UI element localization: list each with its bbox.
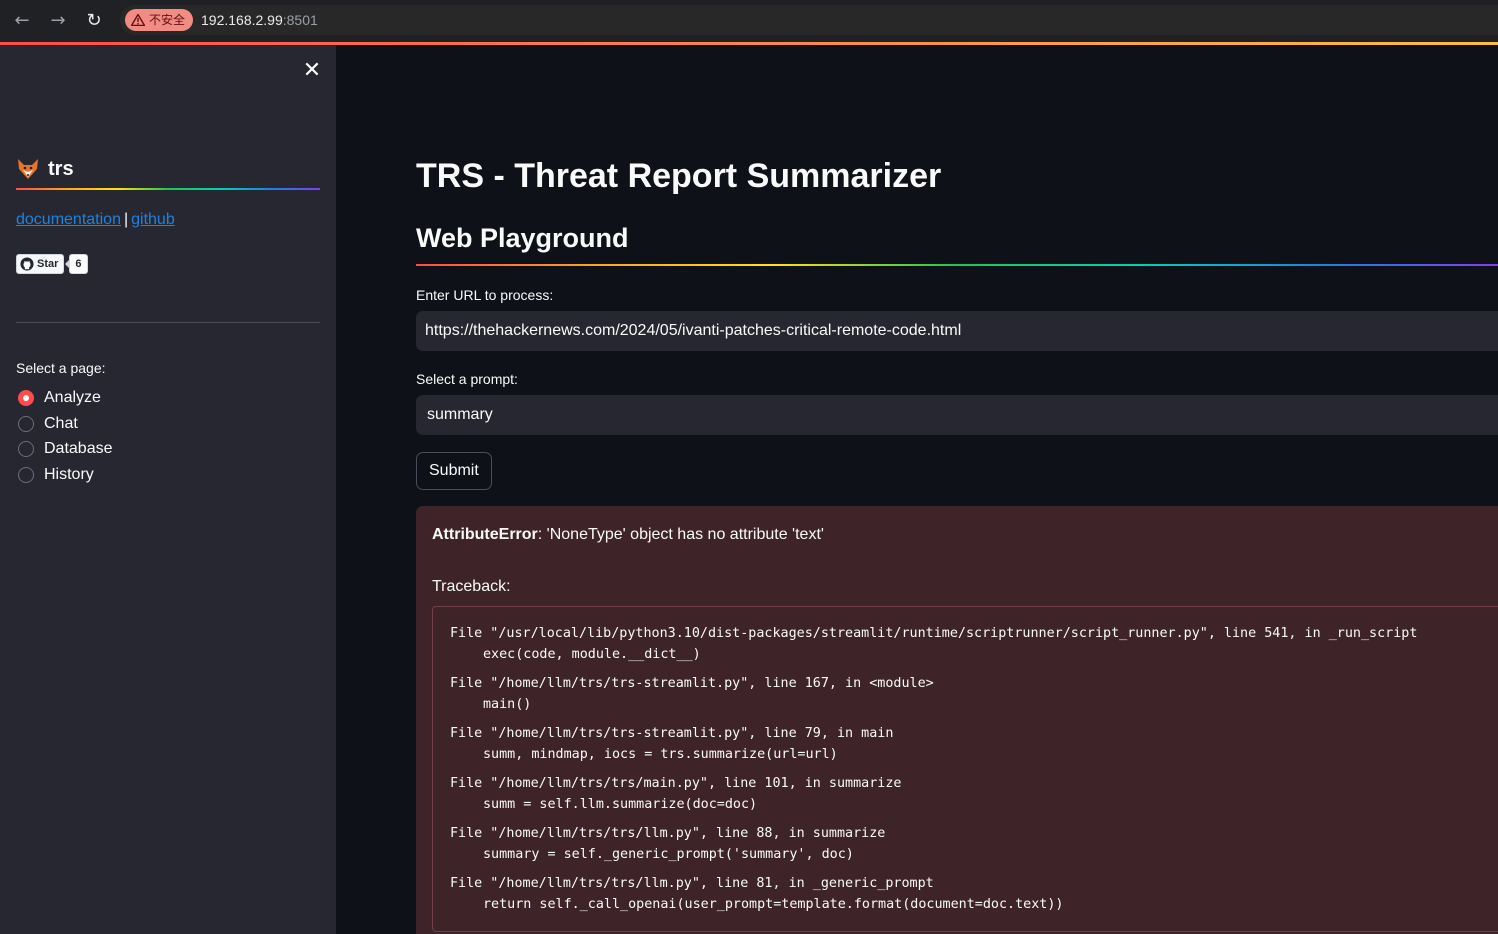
documentation-link[interactable]: documentation [16,211,121,228]
traceback-file-line: File "/home/llm/trs/trs/main.py", line 1… [450,776,902,791]
radio-unselected-icon[interactable] [18,466,34,483]
prompt-select[interactable]: summary [416,395,1498,435]
security-chip-label: 不安全 [149,13,186,27]
address-bar[interactable]: 不安全 192.168.2.99:8501 [120,5,1498,35]
radio-option-chat[interactable]: Chat [16,411,113,437]
sidebar-links: documentation | github [16,211,175,229]
radio-selected-icon[interactable] [18,389,34,406]
radio-option-database[interactable]: Database [16,436,113,462]
radio-option-history[interactable]: History [16,462,113,488]
github-star-badge[interactable]: Star 6 [16,254,88,274]
fox-logo-icon [18,159,38,179]
traceback-code-line: summ = self.llm.summarize(doc=doc) [483,797,758,812]
radio-label[interactable]: History [44,466,94,484]
traceback-block: File "/usr/local/lib/python3.10/dist-pac… [432,606,1498,932]
traceback-frame: File "/home/llm/trs/trs/main.py", line 1… [450,773,1417,815]
traceback-code-line: summ, mindmap, iocs = trs.summarize(url=… [483,747,838,762]
traceback-frame: File "/home/llm/trs/trs/llm.py", line 88… [450,823,1417,865]
traceback-file-line: File "/home/llm/trs/trs-streamlit.py", l… [450,726,894,741]
url-port: :8501 [282,12,318,28]
traceback-code-line: main() [483,697,532,712]
page-select-label: Select a page: [16,360,106,376]
brand-divider [16,188,320,190]
traceback-code-line: exec(code, module.__dict__) [483,647,701,662]
radio-unselected-icon[interactable] [18,441,34,458]
traceback-file-line: File "/home/llm/trs/trs/llm.py", line 88… [450,826,886,841]
subtitle-divider [416,264,1498,266]
prompt-field-label: Select a prompt: [416,371,518,387]
url-input[interactable] [416,311,1498,351]
url-host: 192.168.2.99 [201,12,283,28]
error-alert: AttributeError: 'NoneType' object has no… [416,506,1498,934]
radio-option-analyze[interactable]: Analyze [16,385,113,411]
radio-label[interactable]: Chat [44,415,78,433]
reload-icon[interactable]: ↻ [82,9,106,33]
traceback-code-line: summary = self._generic_prompt('summary'… [483,847,854,862]
traceback-code-line: return self._call_openai(user_prompt=tem… [483,897,1064,912]
page-title: TRS - Threat Report Summarizer [416,157,942,195]
submit-button[interactable]: Submit [416,452,492,490]
brand-name: trs [48,157,74,180]
radio-label[interactable]: Database [44,440,113,458]
error-type: AttributeError [432,526,538,543]
sidebar: ✕ trs documentation | github Star 6 Select… [0,45,336,934]
github-star-label: Star [37,258,59,270]
url-text[interactable]: 192.168.2.99:8501 [201,12,318,28]
link-separator: | [123,211,129,228]
traceback-label: Traceback: [432,578,511,595]
brand: trs [16,157,74,181]
traceback-frame: File "/usr/local/lib/python3.10/dist-pac… [450,623,1417,665]
traceback-frame: File "/home/llm/trs/trs/llm.py", line 81… [450,873,1417,915]
close-icon[interactable]: ✕ [301,59,323,81]
radio-unselected-icon[interactable] [18,415,34,432]
security-chip[interactable]: 不安全 [125,9,193,31]
github-link[interactable]: github [131,211,175,228]
prompt-select-value: summary [427,406,493,423]
github-star-count[interactable]: 6 [65,254,88,274]
radio-label[interactable]: Analyze [44,389,101,407]
arrow-right-icon[interactable]: → [46,9,70,33]
traceback-file-line: File "/home/llm/trs/trs/llm.py", line 81… [450,876,934,891]
traceback-file-line: File "/home/llm/trs/trs-streamlit.py", l… [450,676,934,691]
error-message: AttributeError: 'NoneType' object has no… [432,526,824,544]
url-field-label: Enter URL to process: [416,287,554,303]
github-icon [20,257,34,271]
sidebar-divider [16,322,320,323]
warning-icon [131,14,145,26]
page-radio-group: Analyze Chat Database History [16,385,113,488]
traceback-file-line: File "/usr/local/lib/python3.10/dist-pac… [450,626,1418,641]
github-star-button[interactable]: Star [16,254,65,274]
page-subtitle: Web Playground [416,223,629,253]
traceback-frame: File "/home/llm/trs/trs-streamlit.py", l… [450,723,1417,765]
arrow-left-icon[interactable]: ← [10,9,34,33]
main-content: TRS - Threat Report Summarizer Web Playg… [336,45,1498,934]
browser-toolbar: ← → ↻ 不安全 192.168.2.99:8501 [0,0,1498,42]
error-text: : 'NoneType' object has no attribute 'te… [537,526,824,543]
traceback-frame: File "/home/llm/trs/trs-streamlit.py", l… [450,673,1417,715]
